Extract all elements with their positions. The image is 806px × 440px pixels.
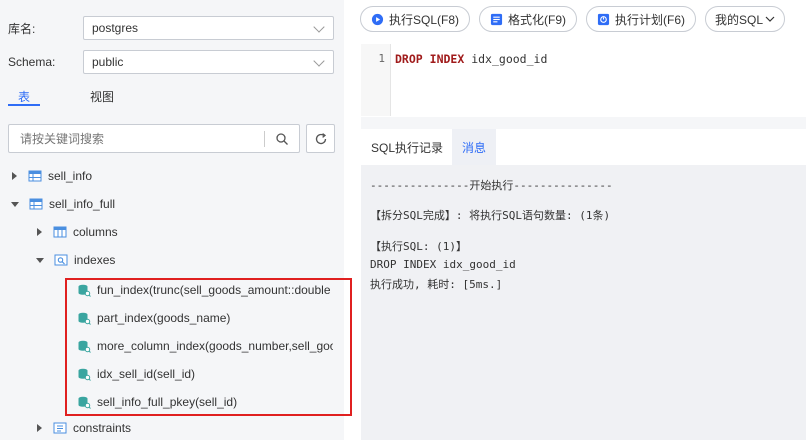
console-line: ---------------开始执行--------------- [370,179,613,192]
refresh-icon [315,132,326,144]
object-type-tabs: 表 视图 [8,84,124,106]
tab-views[interactable]: 视图 [80,84,124,106]
index-icon [78,396,91,409]
index-label: more_column_index(goods_number,sell_good [97,339,333,353]
index-label: fun_index(trunc(sell_goods_amount::doubl… [97,283,333,297]
tree-node-indexes[interactable]: indexes [36,250,115,270]
tree-node-index[interactable]: idx_sell_id(sell_id) [77,364,333,384]
tree-node-label: constraints [73,421,132,435]
sql-editor[interactable]: 1 DROP INDEX idx_good_id [361,44,806,116]
caret-right-icon[interactable] [37,228,42,236]
object-browser-panel: 库名: postgres Schema: public 表 视图 请按关键词搜索… [0,0,352,440]
caret-right-icon[interactable] [12,172,17,180]
plan-icon [597,13,610,25]
chevron-down-icon [765,16,775,22]
schema-label: Schema: [8,55,56,69]
editor-results-splitter[interactable] [361,117,806,129]
explain-plan-label: 执行计划(F6) [615,12,686,27]
search-input[interactable] [20,131,260,146]
format-label: 格式化(F9) [508,12,567,27]
index-icon [78,340,91,353]
database-row: 库名: postgres [8,16,338,40]
search-icon[interactable] [275,132,289,146]
database-select[interactable]: postgres [83,16,334,40]
highlighted-index-list: fun_index(trunc(sell_goods_amount::doubl… [65,278,352,416]
line-number: 1 [378,52,385,65]
refresh-button[interactable] [306,124,335,153]
tree-node-sell-info[interactable]: sell_info [12,166,92,186]
my-sql-label: 我的SQL [715,12,764,27]
table-icon [28,170,42,182]
format-icon [490,13,503,25]
caret-down-icon[interactable] [36,257,44,263]
tree-node-index[interactable]: sell_info_full_pkey(sell_id) [77,392,333,412]
console-line: 【拆分SQL完成】: 将执行SQL语句数量: (1条) [370,209,611,222]
console-line: 执行成功, 耗时: [5ms.] [370,278,503,291]
tree-node-index[interactable]: fun_index(trunc(sell_goods_amount::doubl… [77,280,333,300]
run-sql-label: 执行SQL(F8) [389,12,460,27]
chevron-down-icon [313,55,325,67]
caret-right-icon[interactable] [37,424,42,432]
code-line[interactable]: DROP INDEX idx_good_id [395,52,547,66]
tree-node-label: indexes [74,253,116,267]
database-label: 库名: [8,21,36,36]
sql-toolbar: 执行SQL(F8) 格式化(F9) 执行计划(F6) 我的SQL [360,6,794,32]
console-line: 【执行SQL: (1)】 [370,240,467,253]
chevron-down-icon [313,21,325,33]
sql-keyword: DROP [395,52,423,66]
play-icon [371,13,384,25]
index-label: idx_sell_id(sell_id) [97,367,196,381]
index-icon [78,284,91,297]
tree-node-constraints[interactable]: constraints [37,418,131,438]
tree-node-index[interactable]: more_column_index(goods_number,sell_good [77,336,333,356]
line-number-gutter: 1 [361,44,391,116]
tree-node-label: sell_info [48,169,93,183]
sql-keyword: INDEX [429,52,465,66]
console-line: DROP INDEX idx_good_id [370,258,516,271]
tab-messages[interactable]: 消息 [452,129,497,165]
caret-down-icon[interactable] [11,201,19,207]
format-button[interactable]: 格式化(F9) [479,6,578,32]
indexes-folder-icon [54,254,68,266]
tab-tables[interactable]: 表 [8,84,41,106]
index-label: sell_info_full_pkey(sell_id) [97,395,238,409]
index-icon [78,312,91,325]
tree-node-label: sell_info_full [49,197,116,211]
search-divider [264,131,265,147]
sql-identifier: idx_good_id [471,52,548,66]
columns-icon [53,226,67,238]
table-icon [29,198,43,210]
schema-row: Schema: public [8,50,338,74]
explain-plan-button[interactable]: 执行计划(F6) [586,6,697,32]
my-sql-dropdown[interactable]: 我的SQL [705,6,786,32]
tab-sql-history[interactable]: SQL执行记录 [361,129,453,165]
run-sql-button[interactable]: 执行SQL(F8) [360,6,471,32]
schema-select-value: public [92,55,124,69]
result-tabs: SQL执行记录 消息 [361,129,806,165]
tree-node-label: columns [73,225,118,239]
index-icon [78,368,91,381]
schema-select[interactable]: public [83,50,334,74]
tree-node-columns[interactable]: columns [37,222,118,242]
tree-node-sell-info-full[interactable]: sell_info_full [11,194,115,214]
search-box [8,124,300,153]
tree-node-index[interactable]: part_index(goods_name) [77,308,333,328]
database-select-value: postgres [92,21,139,35]
message-console: ---------------开始执行--------------- 【拆分SQ… [361,165,806,440]
constraints-icon [53,422,67,434]
index-label: part_index(goods_name) [97,311,231,325]
